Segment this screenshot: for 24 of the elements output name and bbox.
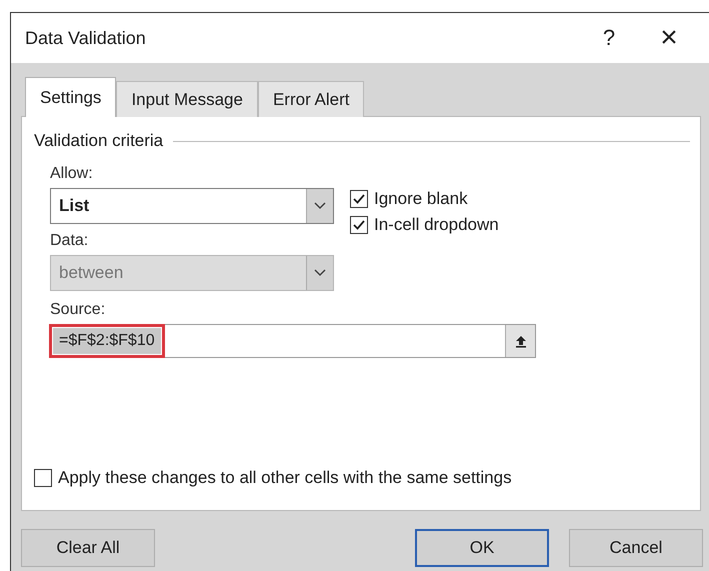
chevron-icon bbox=[306, 189, 333, 223]
checkbox[interactable] bbox=[350, 216, 368, 234]
checkbox-label: Apply these changes to all other cells with the same settings bbox=[58, 468, 512, 488]
source-field[interactable]: =$F$2:$F$10 bbox=[50, 324, 536, 358]
window-title: Data Validation bbox=[25, 28, 146, 48]
checkbox[interactable] bbox=[350, 190, 368, 208]
source-value: =$F$2:$F$10 bbox=[53, 328, 161, 354]
checkbox[interactable] bbox=[34, 469, 52, 487]
allow-label: Allow: bbox=[50, 165, 94, 183]
tab[interactable]: Error Alert bbox=[258, 81, 364, 117]
checkbox-label: In-cell dropdown bbox=[374, 215, 499, 235]
group-title: Validation criteria bbox=[34, 131, 164, 151]
close-button[interactable]: × bbox=[649, 21, 689, 55]
dialog-button[interactable]: Cancel bbox=[569, 529, 703, 567]
checkbox-label: Ignore blank bbox=[374, 189, 468, 209]
dialog-button[interactable]: OK bbox=[415, 529, 549, 567]
tab[interactable]: Input Message bbox=[116, 81, 258, 117]
tab[interactable]: Settings bbox=[25, 77, 116, 117]
data-label: Data: bbox=[50, 232, 90, 250]
source-label: Source: bbox=[49, 301, 106, 319]
dialog-button[interactable]: Clear All bbox=[21, 529, 155, 567]
help-button[interactable]: ? bbox=[589, 25, 629, 51]
chevron-icon bbox=[306, 256, 333, 290]
allow-dropdown[interactable]: List bbox=[50, 188, 334, 224]
